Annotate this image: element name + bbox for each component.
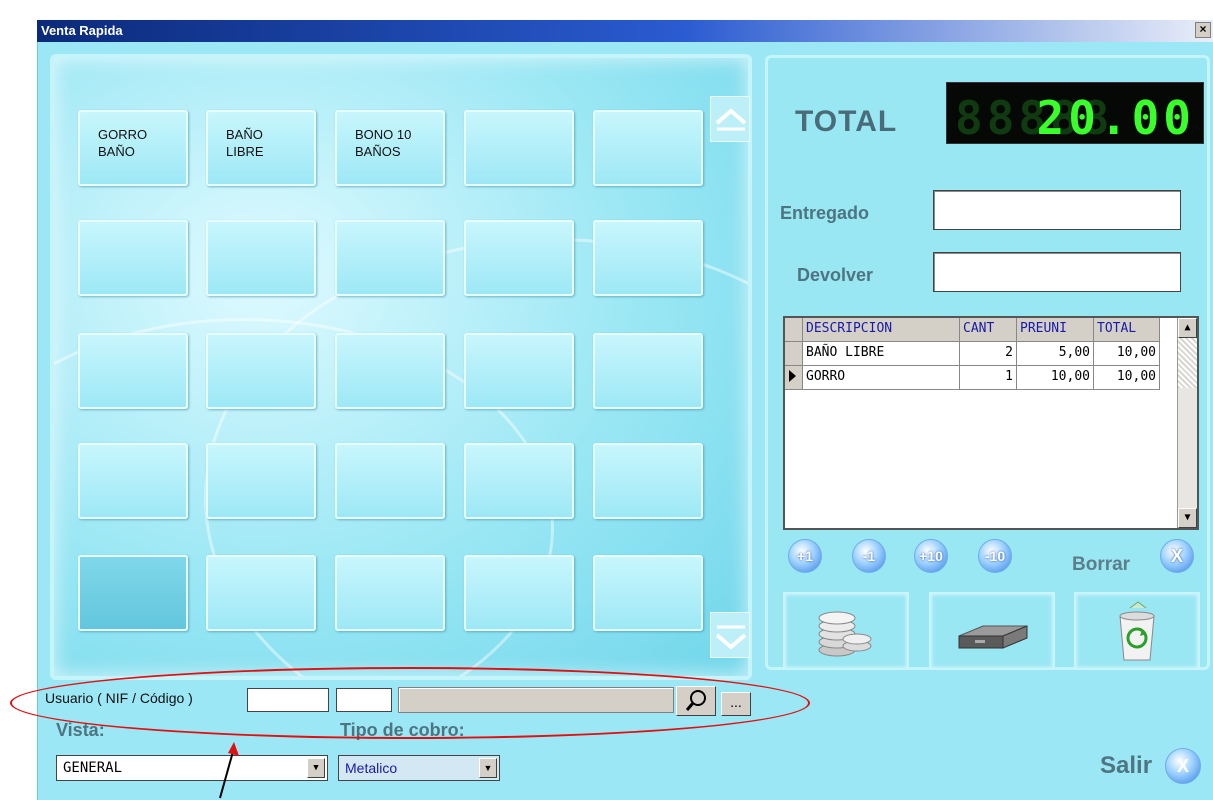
vista-select[interactable]: GENERAL ▼ [56, 755, 328, 781]
total-value: 20.00 [1036, 91, 1195, 145]
devolver-label: Devolver [797, 265, 874, 285]
product-tile[interactable] [335, 333, 445, 409]
product-tile[interactable] [464, 220, 574, 296]
table-cell-desc[interactable]: GORRO [803, 366, 960, 390]
exit-button[interactable]: X [1165, 748, 1201, 784]
table-cell-total[interactable]: 10,00 [1094, 366, 1160, 390]
product-tile[interactable] [335, 220, 445, 296]
product-tile[interactable] [78, 555, 188, 631]
table-scrollbar[interactable]: ▲ ▼ [1177, 318, 1197, 528]
entregado-label: Entregado [780, 203, 870, 223]
cash-drawer-icon [958, 625, 1028, 649]
col-header-cant[interactable]: CANT [960, 318, 1017, 342]
col-header-preuni[interactable]: PREUNI [1017, 318, 1094, 342]
cash-payment-button[interactable] [783, 592, 909, 670]
tipo-cobro-value: Metalico [345, 760, 398, 776]
product-tile[interactable]: GORRO BAÑO [78, 110, 188, 186]
window-title: Venta Rapida [41, 23, 123, 38]
product-tile[interactable]: BAÑO LIBRE [206, 110, 316, 186]
product-tile[interactable] [464, 443, 574, 519]
close-window-button[interactable]: × [1195, 22, 1211, 38]
coins-icon [818, 611, 872, 657]
title-bar: Venta Rapida × [37, 20, 1213, 42]
table-cell-preuni[interactable]: 5,00 [1017, 342, 1094, 366]
annotation-ellipse [10, 667, 810, 739]
table-cell-desc[interactable]: BAÑO LIBRE [803, 342, 960, 366]
product-tile[interactable] [206, 555, 316, 631]
qty-minus-1-button[interactable]: -1 [852, 539, 886, 573]
scroll-up-arrow-icon[interactable]: ▲ [1178, 318, 1197, 338]
product-tile[interactable] [464, 110, 574, 186]
qty-minus-10-button[interactable]: -10 [978, 539, 1012, 573]
scrollbar-thumb[interactable] [1178, 338, 1197, 388]
product-tile[interactable] [593, 555, 703, 631]
scroll-up-button[interactable] [710, 96, 750, 142]
chevron-up-icon [715, 108, 747, 131]
total-display: 88888 20.00 [946, 82, 1204, 145]
borrar-label: Borrar [1072, 554, 1131, 575]
row-indicator[interactable] [785, 342, 803, 366]
product-tile[interactable] [78, 333, 188, 409]
scroll-down-button[interactable] [710, 612, 750, 658]
product-tile[interactable] [593, 220, 703, 296]
table-cell-cant[interactable]: 2 [960, 342, 1017, 366]
tipo-cobro-select[interactable]: Metalico ▼ [338, 755, 500, 781]
col-header-descripcion[interactable]: DESCRIPCION [803, 318, 960, 342]
entregado-input[interactable] [933, 190, 1181, 230]
annotation-arrow-icon [219, 742, 239, 799]
clear-sale-button[interactable] [1074, 592, 1200, 670]
current-row-arrow-icon [789, 370, 796, 382]
borrar-button[interactable]: X [1160, 539, 1194, 573]
row-indicator-current[interactable] [785, 366, 803, 390]
product-tile[interactable]: BONO 10 BAÑOS [335, 110, 445, 186]
salir-label: Salir [1100, 752, 1153, 779]
recycle-bin-icon [1119, 601, 1155, 661]
total-label: TOTAL [795, 105, 898, 138]
table-cell-preuni[interactable]: 10,00 [1017, 366, 1094, 390]
product-tile[interactable] [206, 333, 316, 409]
table-cell-cant[interactable]: 1 [960, 366, 1017, 390]
sale-items-table[interactable]: DESCRIPCION CANT PREUNI TOTAL BAÑO LIBRE… [783, 316, 1199, 530]
open-drawer-button[interactable] [929, 592, 1055, 670]
chevron-down-icon [715, 625, 747, 650]
product-tile[interactable] [335, 443, 445, 519]
chevron-down-icon[interactable]: ▼ [307, 758, 325, 778]
row-indicator-header [785, 318, 803, 342]
table-cell-total[interactable]: 10,00 [1094, 342, 1160, 366]
product-tile[interactable] [206, 443, 316, 519]
qty-plus-1-button[interactable]: +1 [788, 539, 822, 573]
product-tile[interactable] [593, 333, 703, 409]
col-header-total[interactable]: TOTAL [1094, 318, 1160, 342]
product-tile[interactable] [464, 333, 574, 409]
product-tile[interactable] [78, 443, 188, 519]
product-tile[interactable] [335, 555, 445, 631]
product-tile[interactable] [593, 443, 703, 519]
scroll-down-arrow-icon[interactable]: ▼ [1178, 508, 1197, 528]
product-tile[interactable] [593, 110, 703, 186]
product-tile[interactable] [206, 220, 316, 296]
devolver-input[interactable] [933, 252, 1181, 292]
vista-value: GENERAL [63, 760, 123, 776]
chevron-down-icon[interactable]: ▼ [479, 758, 497, 778]
product-tile[interactable] [464, 555, 574, 631]
qty-plus-10-button[interactable]: +10 [914, 539, 948, 573]
product-tile[interactable] [78, 220, 188, 296]
